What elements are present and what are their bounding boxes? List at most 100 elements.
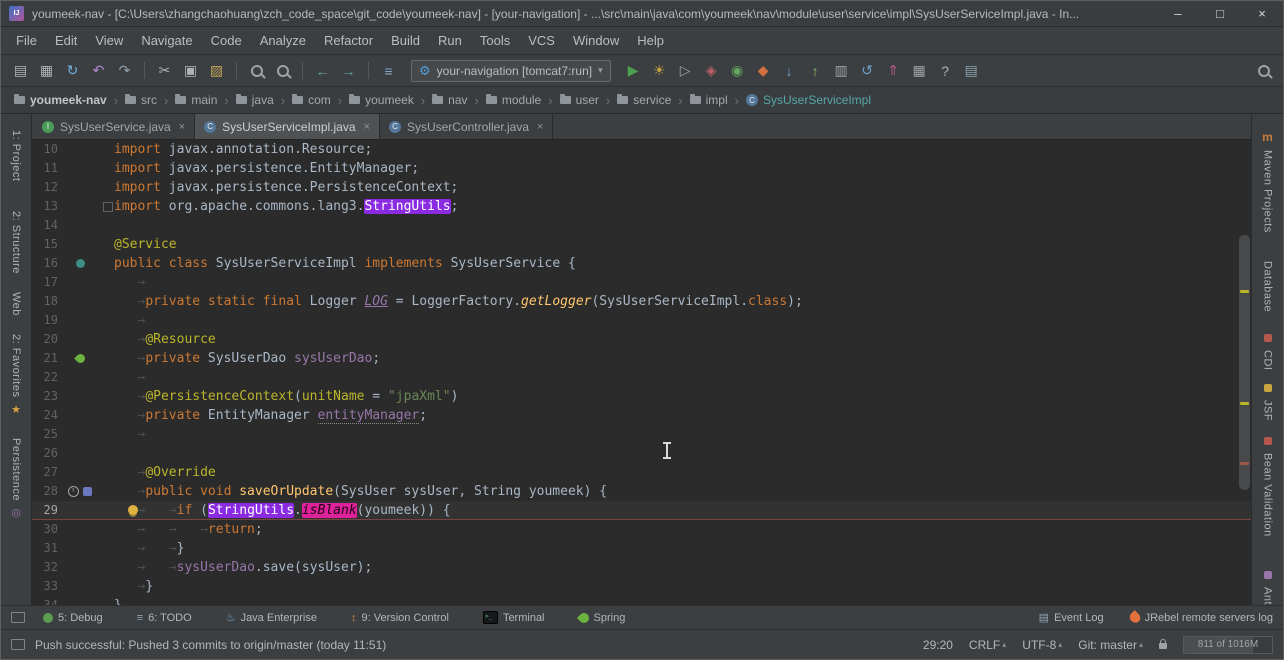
gutter-icon-area[interactable]	[58, 558, 102, 577]
fold-area[interactable]	[102, 539, 114, 558]
code-line-21[interactable]: 21 →private SysUserDao sysUserDao;	[32, 349, 1251, 368]
maximize-button[interactable]: □	[1203, 3, 1237, 24]
code-line-20[interactable]: 20 →@Resource	[32, 330, 1251, 349]
tool-button-web[interactable]: Web	[10, 292, 22, 316]
run-icon[interactable]: ▶	[622, 60, 645, 82]
rerun-icon[interactable]: ◈	[700, 60, 723, 82]
gutter-icon-area[interactable]	[58, 235, 102, 254]
lock-icon[interactable]	[1159, 643, 1167, 649]
tool-button-jsf[interactable]: JSF	[1262, 384, 1274, 421]
menu-item-file[interactable]: File	[7, 33, 46, 48]
implements-icon[interactable]	[76, 259, 85, 268]
gutter-icon-area[interactable]	[58, 387, 102, 406]
fold-area[interactable]	[102, 178, 114, 197]
gutter-icon-area[interactable]	[58, 520, 102, 539]
fold-area[interactable]	[102, 577, 114, 596]
fold-area[interactable]	[102, 273, 114, 292]
code-line-30[interactable]: 30 → → →return;	[32, 520, 1251, 539]
vcs-update-icon[interactable]: ↓	[778, 60, 801, 82]
gutter-icon-area[interactable]	[58, 482, 102, 501]
find-icon[interactable]	[245, 60, 268, 82]
fold-area[interactable]	[102, 406, 114, 425]
code-line-15[interactable]: 15@Service	[32, 235, 1251, 254]
tool-window-button-6-todo[interactable]: ≡6: TODO	[137, 612, 192, 624]
fold-area[interactable]	[102, 159, 114, 178]
breadcrumb-item-sysuserserviceimpl[interactable]: CSysUserServiceImpl	[745, 93, 872, 107]
breadcrumb-item-user[interactable]: user	[559, 93, 600, 107]
code-line-29[interactable]: 29 → →if (StringUtils.isBlank(youmeek)) …	[32, 501, 1251, 520]
profile-icon[interactable]: ▷	[674, 60, 697, 82]
code-line-23[interactable]: 23 →@PersistenceContext(unitName = "jpaX…	[32, 387, 1251, 406]
gutter-icon-area[interactable]	[58, 197, 102, 216]
search-everywhere-button[interactable]	[1252, 60, 1275, 82]
rollback-icon[interactable]: ↺	[856, 60, 879, 82]
code-line-18[interactable]: 18 →private static final Logger LOG = Lo…	[32, 292, 1251, 311]
intention-bulb-icon[interactable]	[128, 505, 138, 515]
menu-item-vcs[interactable]: VCS	[519, 33, 564, 48]
fold-area[interactable]	[102, 482, 114, 501]
statusbar-toggle-icon[interactable]	[11, 639, 25, 650]
advice-icon[interactable]	[83, 487, 92, 496]
menu-item-code[interactable]: Code	[202, 33, 251, 48]
project-structure-icon[interactable]: ▤	[960, 60, 983, 82]
code-line-22[interactable]: 22 →	[32, 368, 1251, 387]
fold-area[interactable]	[102, 311, 114, 330]
vcs-commit-icon[interactable]: ↑	[804, 60, 827, 82]
breadcrumb-item-youmeek[interactable]: youmeek	[348, 93, 415, 107]
breadcrumb-item-java[interactable]: java	[235, 93, 275, 107]
fold-area[interactable]	[102, 235, 114, 254]
fold-area[interactable]	[102, 368, 114, 387]
recent-changes-icon[interactable]: ≡	[377, 60, 400, 82]
close-icon[interactable]: ×	[179, 121, 185, 133]
replace-icon[interactable]	[271, 60, 294, 82]
spring-bean-icon[interactable]	[74, 352, 87, 365]
tab-sysuserserviceimpl-java[interactable]: CSysUserServiceImpl.java×	[195, 114, 380, 139]
caret-position-widget[interactable]: 29:20	[923, 638, 953, 652]
code-line-26[interactable]: 26	[32, 444, 1251, 463]
tool-button-persistence[interactable]: Persistence◎	[10, 438, 22, 519]
fold-area[interactable]	[102, 216, 114, 235]
spring-run-icon[interactable]: ◉	[726, 60, 749, 82]
tool-button-cdi[interactable]: CDI	[1262, 334, 1274, 370]
forward-icon[interactable]: →	[337, 60, 360, 82]
code-line-33[interactable]: 33 →}	[32, 577, 1251, 596]
code-line-12[interactable]: 12import javax.persistence.PersistenceCo…	[32, 178, 1251, 197]
data-sources-icon[interactable]: ▦	[908, 60, 931, 82]
code-line-25[interactable]: 25 →	[32, 425, 1251, 444]
open-icon[interactable]: ▤	[9, 60, 32, 82]
fold-area[interactable]	[102, 330, 114, 349]
editor[interactable]: 10import javax.annotation.Resource;11imp…	[32, 140, 1251, 605]
code-line-34[interactable]: 34}	[32, 596, 1251, 605]
tool-button-maven-projects[interactable]: Maven Projects	[1262, 150, 1274, 233]
code-line-17[interactable]: 17 →	[32, 273, 1251, 292]
back-icon[interactable]: ←	[311, 60, 334, 82]
breadcrumb-item-impl[interactable]: impl	[689, 93, 729, 107]
fold-area[interactable]	[102, 425, 114, 444]
scrollbar-thumb[interactable]	[1239, 235, 1250, 490]
run-configuration-select[interactable]: ⚙your-navigation [tomcat7:run]▾	[411, 60, 611, 82]
push-icon[interactable]: ⇑	[882, 60, 905, 82]
minimize-button[interactable]: –	[1161, 3, 1195, 24]
tool-window-button-jrebel-remote-servers-log[interactable]: JRebel remote servers log	[1130, 611, 1273, 624]
fold-area[interactable]	[102, 558, 114, 577]
menu-item-help[interactable]: Help	[628, 33, 673, 48]
gutter-icon-area[interactable]	[58, 501, 102, 520]
tool-window-button-event-log[interactable]: ▤Event Log	[1039, 611, 1104, 624]
gutter-icon-area[interactable]	[58, 216, 102, 235]
code-line-28[interactable]: 28 →public void saveOrUpdate(SysUser sys…	[32, 482, 1251, 501]
gutter-icon-area[interactable]	[58, 254, 102, 273]
gutter-icon-area[interactable]	[58, 273, 102, 292]
cut-icon[interactable]: ✂	[153, 60, 176, 82]
jrebel-run-icon[interactable]: ◆	[752, 60, 775, 82]
gutter-icon-area[interactable]	[58, 349, 102, 368]
menu-item-refactor[interactable]: Refactor	[315, 33, 382, 48]
toolwindow-toggle-icon[interactable]	[11, 612, 25, 623]
fold-area[interactable]	[102, 349, 114, 368]
show-diff-icon[interactable]: ▥	[830, 60, 853, 82]
gutter-icon-area[interactable]	[58, 178, 102, 197]
undo-icon[interactable]: ↶	[87, 60, 110, 82]
tool-button-ant[interactable]: Ant	[1262, 571, 1274, 605]
tool-window-button-spring[interactable]: Spring	[579, 612, 626, 624]
breadcrumb-item-src[interactable]: src	[124, 93, 158, 107]
fold-area[interactable]	[102, 197, 114, 216]
